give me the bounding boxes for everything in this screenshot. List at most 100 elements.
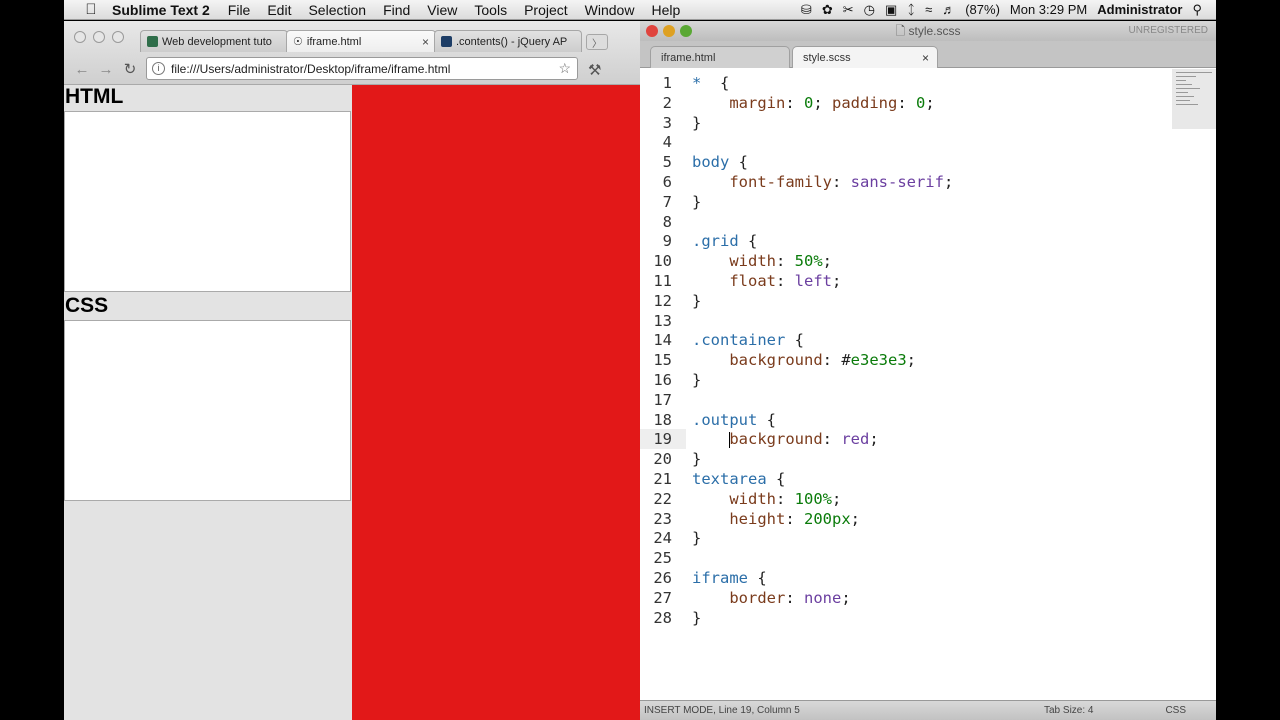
code-line[interactable]: 10 width: 50%; bbox=[640, 251, 1216, 271]
apple-icon[interactable]:  bbox=[80, 1, 102, 18]
menu-project[interactable]: Project bbox=[524, 2, 568, 18]
menu-edit[interactable]: Edit bbox=[267, 2, 291, 18]
bookmark-star-icon[interactable]: ☆ bbox=[558, 60, 571, 77]
code-line[interactable]: 18 .output { bbox=[640, 410, 1216, 430]
code-line[interactable]: 7} bbox=[640, 192, 1216, 212]
dropbox-icon[interactable]: ⛁ bbox=[801, 2, 812, 18]
code-text: } bbox=[692, 371, 702, 389]
menu-window[interactable]: Window bbox=[585, 2, 635, 18]
code-line[interactable]: 6 font-family: sans-serif; bbox=[640, 172, 1216, 192]
editor-tab-style[interactable]: style.scss × bbox=[792, 46, 938, 68]
code-line[interactable]: 20} bbox=[640, 449, 1216, 469]
code-line[interactable]: 16} bbox=[640, 370, 1216, 390]
code-line[interactable]: 25 bbox=[640, 548, 1216, 568]
status-syntax[interactable]: CSS bbox=[1165, 701, 1186, 720]
forward-icon[interactable]: → bbox=[94, 61, 118, 78]
code-line[interactable]: 17 bbox=[640, 390, 1216, 410]
spotlight-icon[interactable]: ⚲ bbox=[1192, 2, 1202, 18]
close-tab-icon[interactable]: × bbox=[422, 35, 429, 49]
code-line[interactable]: 23 height: 200px; bbox=[640, 509, 1216, 529]
browser-tab-active[interactable]: ☉ iframe.html × bbox=[286, 30, 436, 52]
code-text: background: #e3e3e3; bbox=[729, 351, 916, 370]
line-number: 16 bbox=[653, 371, 672, 389]
menu-tools[interactable]: Tools bbox=[474, 2, 507, 18]
editor-tab-iframe[interactable]: iframe.html bbox=[650, 46, 790, 68]
code-line[interactable]: 1 * { bbox=[640, 73, 1216, 93]
code-line[interactable]: 9 .grid { bbox=[640, 231, 1216, 251]
app-menu[interactable]: Sublime Text 2 bbox=[112, 2, 210, 18]
menu-find[interactable]: Find bbox=[383, 2, 410, 18]
wifi-icon[interactable]: ≈ bbox=[925, 2, 932, 17]
evernote-icon[interactable]: ✿ bbox=[822, 2, 833, 18]
code-line[interactable]: 22 width: 100%; bbox=[640, 489, 1216, 509]
editor-tabs: iframe.html style.scss × bbox=[640, 41, 1216, 68]
code-line[interactable]: 26 iframe { bbox=[640, 568, 1216, 588]
close-window-button[interactable] bbox=[646, 25, 658, 37]
tab-label: iframe.html bbox=[306, 35, 362, 48]
url-text: file:///Users/administrator/Desktop/ifra… bbox=[171, 61, 451, 76]
code-line[interactable]: 12} bbox=[640, 291, 1216, 311]
line-number: 24 bbox=[653, 529, 672, 548]
line-number: 3 bbox=[662, 113, 672, 132]
code-line[interactable]: 14 .container { bbox=[640, 330, 1216, 350]
new-tab-button[interactable]: 〉 bbox=[586, 34, 608, 50]
display-icon[interactable]: ▣ bbox=[885, 2, 897, 18]
code-line[interactable]: 24} bbox=[640, 528, 1216, 548]
line-number: 10 bbox=[653, 252, 672, 271]
zoom-window-button[interactable] bbox=[112, 31, 124, 43]
wrench-icon[interactable]: ⚒ bbox=[588, 61, 601, 79]
menu-help[interactable]: Help bbox=[651, 2, 680, 18]
code-line[interactable]: 19 background: red; bbox=[640, 429, 1216, 450]
line-number: 20 bbox=[653, 450, 672, 469]
code-line[interactable]: 11 float: left; bbox=[640, 271, 1216, 291]
tab-label: style.scss bbox=[803, 52, 851, 64]
code-line[interactable]: 28} bbox=[640, 608, 1216, 628]
menu-view[interactable]: View bbox=[427, 2, 457, 18]
minimap[interactable] bbox=[1172, 69, 1216, 129]
code-line[interactable]: 13 bbox=[640, 311, 1216, 331]
line-number: 5 bbox=[662, 153, 672, 172]
code-line[interactable]: 5 body { bbox=[640, 152, 1216, 172]
user-menu[interactable]: Administrator bbox=[1097, 2, 1182, 17]
code-line[interactable]: 27 border: none; bbox=[640, 588, 1216, 608]
window-controls bbox=[74, 31, 124, 43]
file-icon: 🗋 bbox=[895, 24, 906, 38]
line-number: 26 bbox=[653, 569, 672, 587]
battery-indicator[interactable]: (87%) bbox=[965, 2, 1000, 17]
code-line[interactable]: 8 bbox=[640, 212, 1216, 232]
bluetooth-icon[interactable]: ᛨ bbox=[907, 2, 915, 17]
code-line[interactable]: 2 margin: 0; padding: 0; bbox=[640, 93, 1216, 113]
editor-title-text: style.scss bbox=[908, 24, 961, 38]
css-textarea[interactable] bbox=[64, 320, 351, 501]
menu-file[interactable]: File bbox=[228, 2, 251, 18]
minimize-window-button[interactable] bbox=[663, 25, 675, 37]
browser-tab[interactable]: .contents() - jQuery AP bbox=[434, 30, 582, 52]
code-line[interactable]: 21 textarea { bbox=[640, 469, 1216, 489]
html-textarea[interactable] bbox=[64, 111, 351, 292]
line-number: 25 bbox=[653, 549, 672, 568]
time-machine-icon[interactable]: ◷ bbox=[864, 2, 875, 18]
code-line[interactable]: 4 bbox=[640, 132, 1216, 152]
code-line[interactable]: 15 background: #e3e3e3; bbox=[640, 350, 1216, 370]
line-number: 4 bbox=[662, 133, 672, 152]
status-tab-size[interactable]: Tab Size: 4 bbox=[1044, 701, 1093, 720]
line-number: 28 bbox=[653, 608, 672, 627]
address-bar[interactable]: i file:///Users/administrator/Desktop/if… bbox=[146, 57, 578, 80]
menu-selection[interactable]: Selection bbox=[308, 2, 366, 18]
code-editor[interactable]: 1 * {2 margin: 0; padding: 0; 3} 4 5 body {6 … bbox=[640, 69, 1216, 700]
reload-icon[interactable]: ↻ bbox=[118, 60, 142, 78]
zoom-window-button[interactable] bbox=[680, 25, 692, 37]
minimize-window-button[interactable] bbox=[93, 31, 105, 43]
close-tab-icon[interactable]: × bbox=[922, 47, 929, 69]
menubar-extras: ⛁ ✿ ✂ ◷ ▣ ᛨ ≈ ♬ (87%) Mon 3:29 PM Admini… bbox=[801, 2, 1216, 18]
scissors-icon[interactable]: ✂ bbox=[843, 2, 854, 18]
globe-icon: ☉ bbox=[293, 36, 303, 48]
browser-tab[interactable]: Web development tuto bbox=[140, 30, 288, 52]
clock[interactable]: Mon 3:29 PM bbox=[1010, 2, 1087, 17]
back-icon[interactable]: ← bbox=[70, 61, 94, 78]
volume-icon[interactable]: ♬ bbox=[942, 2, 955, 17]
close-window-button[interactable] bbox=[74, 31, 86, 43]
code-line[interactable]: 3} bbox=[640, 113, 1216, 133]
code-text: background: red; bbox=[729, 430, 879, 449]
code-text: .grid { bbox=[692, 232, 758, 251]
